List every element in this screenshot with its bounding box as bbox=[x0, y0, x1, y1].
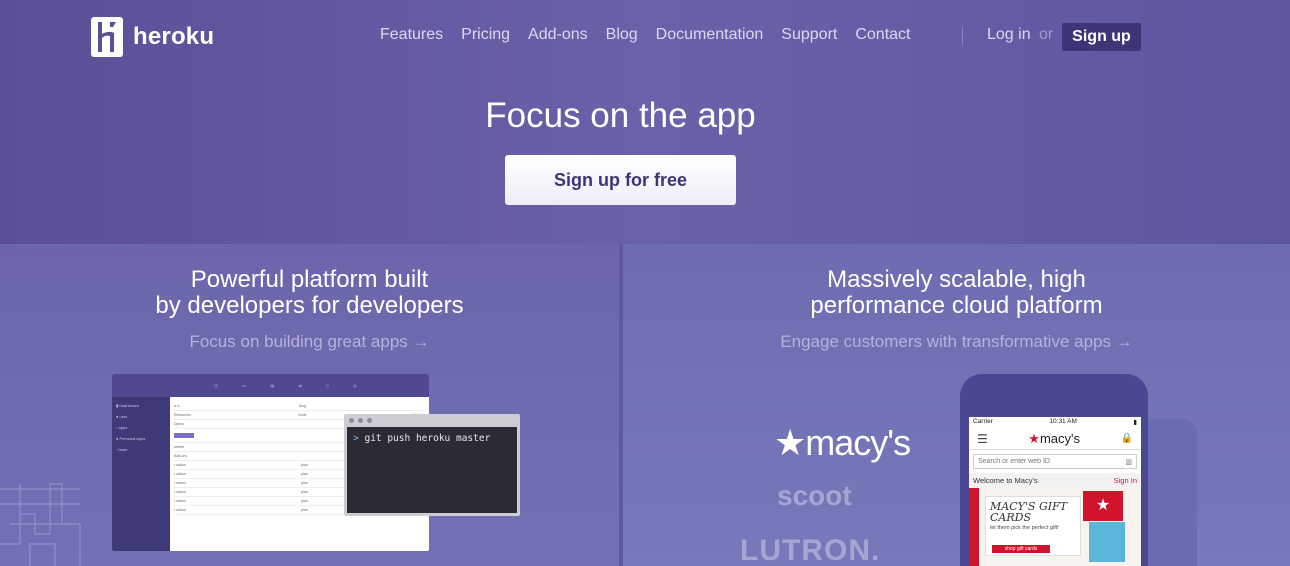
signup-free-button[interactable]: Sign up for free bbox=[505, 155, 736, 205]
barcode-icon[interactable]: ▥ bbox=[1125, 458, 1132, 466]
nav-features[interactable]: Features bbox=[380, 26, 443, 44]
developers-title-line1: Powerful platform built bbox=[190, 266, 429, 293]
developers-panel-title: Powerful platform built by developers fo… bbox=[0, 267, 619, 319]
developers-panel: Powerful platform built by developers fo… bbox=[0, 244, 619, 566]
phone-search-input[interactable]: Search or enter web ID ▥ bbox=[973, 454, 1137, 469]
terminal-dots bbox=[344, 414, 520, 427]
terminal-window: > git push heroku master bbox=[344, 414, 520, 516]
hamburger-icon[interactable]: ☰ bbox=[977, 432, 988, 446]
heroku-logo[interactable]: heroku bbox=[91, 17, 214, 57]
star-icon: ★ bbox=[1083, 491, 1123, 521]
birthday-card-image bbox=[1089, 522, 1125, 562]
gift-title: MACY'S GIFT CARDS bbox=[990, 500, 1068, 524]
login-link[interactable]: Log in bbox=[987, 26, 1031, 44]
heroku-logo-icon bbox=[91, 17, 123, 57]
main-nav: Features Pricing Add-ons Blog Documentat… bbox=[380, 26, 928, 44]
macys-logo: ★macy's bbox=[774, 422, 911, 463]
scalable-panel-title: Massively scalable, high performance clo… bbox=[623, 267, 1290, 319]
signup-button[interactable]: Sign up bbox=[1062, 23, 1141, 51]
nav-divider bbox=[962, 27, 963, 45]
or-text: or bbox=[1039, 26, 1054, 43]
developers-panel-link[interactable]: Focus on building great apps → bbox=[0, 332, 619, 352]
developers-title-line2: by developers for developers bbox=[155, 292, 464, 319]
nav-blog[interactable]: Blog bbox=[606, 26, 638, 44]
dashboard-sidebar: ▮ Dashboard ● user ◦ apps ● Personal Apps ◦ … bbox=[112, 397, 170, 551]
gift-card-banner[interactable]: MACY'S GIFT CARDS let them pick the perf… bbox=[969, 488, 1141, 566]
terminal-command: git push heroku master bbox=[364, 433, 491, 444]
gift-card-promo: MACY'S GIFT CARDS let them pick the perf… bbox=[985, 496, 1081, 556]
terminal-body: > git push heroku master bbox=[347, 427, 517, 513]
phone-time: 10:31 AM bbox=[1049, 418, 1077, 425]
hero-title: Focus on the app bbox=[485, 96, 756, 135]
gift-red-strip bbox=[969, 488, 979, 566]
bag-icon[interactable]: 🔒 bbox=[1121, 433, 1133, 444]
skyline-illustration bbox=[0, 483, 81, 566]
lutron-logo: LUTRON. bbox=[740, 534, 881, 566]
phone-signin-link[interactable]: Sign In bbox=[1114, 476, 1137, 485]
battery-icon: ▮ bbox=[1133, 419, 1137, 426]
macys-appbar: ☰ ★macy's 🔒 bbox=[969, 428, 1141, 450]
phone-screen: Carrier 10:31 AM ▮ ☰ ★macy's 🔒 Search or… bbox=[969, 417, 1141, 566]
nav-documentation[interactable]: Documentation bbox=[656, 26, 764, 44]
welcome-text: Welcome to Macy's bbox=[973, 476, 1038, 485]
gift-subtitle: let them pick the perfect gift! bbox=[990, 525, 1059, 531]
terminal-prompt: > bbox=[353, 433, 359, 444]
nav-contact[interactable]: Contact bbox=[855, 26, 910, 44]
phone-statusbar: Carrier 10:31 AM ▮ bbox=[969, 417, 1141, 428]
logo-wordmark: heroku bbox=[133, 23, 215, 50]
macys-app-logo: ★macy's bbox=[1028, 430, 1080, 446]
shop-gift-cards-button[interactable]: shop gift cards bbox=[992, 545, 1050, 553]
nav-addons[interactable]: Add-ons bbox=[528, 26, 588, 44]
nav-pricing[interactable]: Pricing bbox=[461, 26, 510, 44]
nav-support[interactable]: Support bbox=[781, 26, 837, 44]
phone-carrier: Carrier bbox=[973, 418, 993, 425]
scalable-title-line1: Massively scalable, high bbox=[827, 266, 1086, 293]
dashboard-topbar: ◷ ▭ ▤ ⇄ ▯ ◎ bbox=[112, 374, 429, 397]
scalable-title-line2: performance cloud platform bbox=[810, 292, 1103, 319]
scalable-panel: Massively scalable, high performance clo… bbox=[623, 244, 1290, 566]
scoot-logo: scoot bbox=[777, 480, 852, 511]
scalable-panel-link[interactable]: Engage customers with transformative app… bbox=[623, 332, 1290, 352]
welcome-bar: Welcome to Macy's Sign In bbox=[969, 473, 1141, 488]
phone-search-placeholder: Search or enter web ID bbox=[978, 458, 1050, 465]
